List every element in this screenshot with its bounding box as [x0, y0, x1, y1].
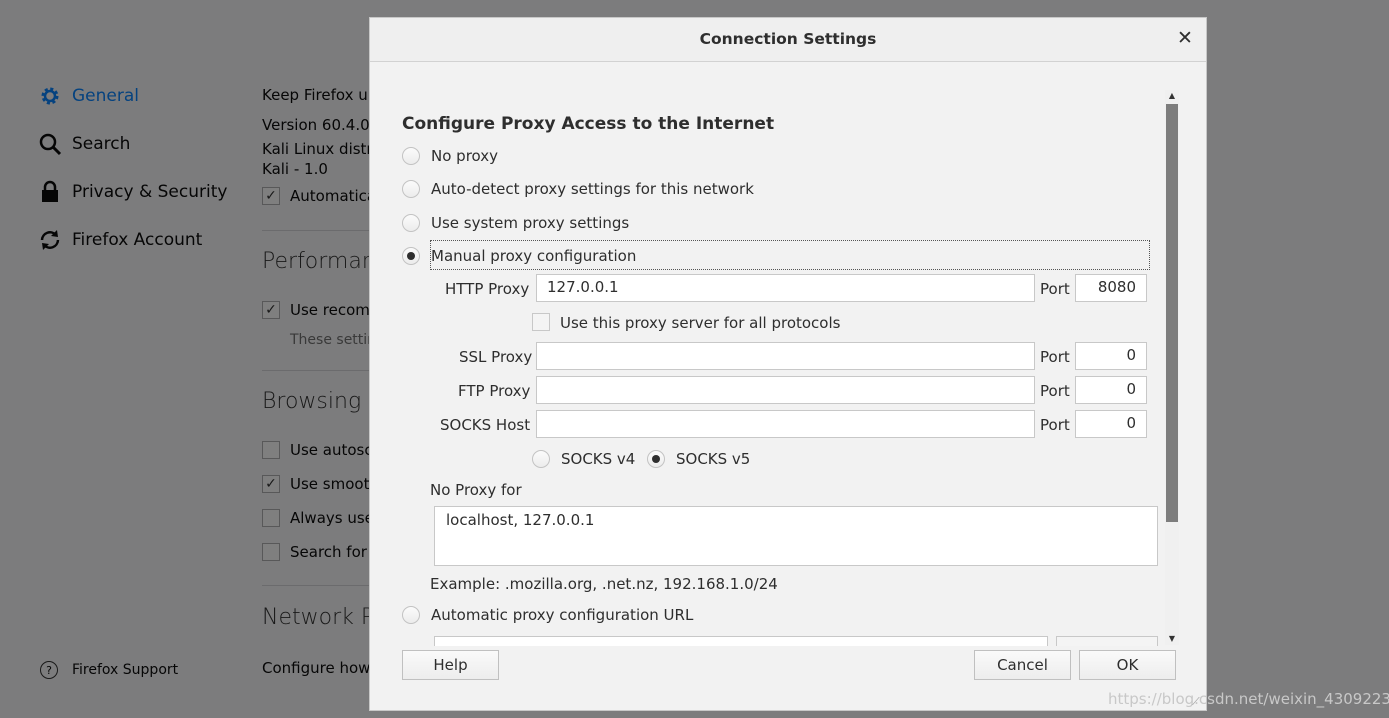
auto-detect-radio[interactable]: [402, 180, 420, 198]
socks-port-input[interactable]: 0: [1075, 410, 1147, 438]
no-proxy-radio[interactable]: [402, 147, 420, 165]
auto-url-input[interactable]: [434, 636, 1048, 646]
scroll-thumb[interactable]: [1166, 104, 1178, 522]
auto-url-label[interactable]: Automatic proxy configuration URL: [431, 606, 693, 624]
socks-host-label: SOCKS Host: [440, 416, 531, 434]
auto-url-radio[interactable]: [402, 606, 420, 624]
use-for-all-checkbox[interactable]: [532, 313, 550, 331]
close-icon[interactable]: ✕: [1174, 27, 1196, 49]
socks-v4-radio[interactable]: [532, 450, 550, 468]
connection-settings-dialog: Connection Settings ✕ ▲ ▼ Configure Prox…: [369, 17, 1207, 711]
dialog-title: Connection Settings: [699, 30, 877, 48]
http-port-input[interactable]: 8080: [1075, 274, 1147, 302]
auto-detect-label[interactable]: Auto-detect proxy settings for this netw…: [431, 180, 754, 198]
ftp-port-label: Port: [1040, 382, 1070, 400]
ok-button[interactable]: OK: [1079, 650, 1176, 680]
proxy-heading: Configure Proxy Access to the Internet: [402, 114, 775, 134]
watermark-text: https://blog.csdn.net/weixin_43092232: [1108, 690, 1389, 708]
no-proxy-for-label: No Proxy for: [430, 481, 522, 499]
http-proxy-input[interactable]: 127.0.0.1: [536, 274, 1035, 302]
system-proxy-label[interactable]: Use system proxy settings: [431, 214, 629, 232]
use-for-all-label[interactable]: Use this proxy server for all protocols: [560, 314, 840, 332]
ssl-port-label: Port: [1040, 348, 1070, 366]
system-proxy-radio[interactable]: [402, 214, 420, 232]
example-text: Example: .mozilla.org, .net.nz, 192.168.…: [430, 575, 778, 593]
scroll-down-arrow-icon[interactable]: ▼: [1165, 633, 1179, 645]
no-proxy-for-textarea[interactable]: localhost, 127.0.0.1: [434, 506, 1158, 566]
manual-proxy-radio[interactable]: [402, 247, 420, 265]
ftp-port-input[interactable]: 0: [1075, 376, 1147, 404]
http-port-label: Port: [1040, 280, 1070, 298]
ftp-proxy-input[interactable]: [536, 376, 1035, 404]
dialog-scrollbar[interactable]: ▲ ▼: [1165, 90, 1179, 645]
dialog-titlebar: Connection Settings ✕: [370, 18, 1206, 62]
socks-v5-radio[interactable]: [647, 450, 665, 468]
no-proxy-label[interactable]: No proxy: [431, 147, 498, 165]
cancel-button[interactable]: Cancel: [974, 650, 1071, 680]
reload-button[interactable]: [1056, 636, 1158, 646]
scroll-up-arrow-icon[interactable]: ▲: [1165, 90, 1179, 102]
socks-v4-label[interactable]: SOCKS v4: [561, 450, 635, 468]
ssl-proxy-label: SSL Proxy: [459, 348, 533, 366]
http-proxy-label: HTTP Proxy: [445, 280, 530, 298]
socks-v5-label[interactable]: SOCKS v5: [676, 450, 750, 468]
help-button[interactable]: Help: [402, 650, 499, 680]
ssl-port-input[interactable]: 0: [1075, 342, 1147, 370]
ssl-proxy-input[interactable]: [536, 342, 1035, 370]
socks-host-input[interactable]: [536, 410, 1035, 438]
manual-proxy-label[interactable]: Manual proxy configuration: [431, 247, 636, 265]
socks-port-label: Port: [1040, 416, 1070, 434]
ftp-proxy-label: FTP Proxy: [458, 382, 531, 400]
